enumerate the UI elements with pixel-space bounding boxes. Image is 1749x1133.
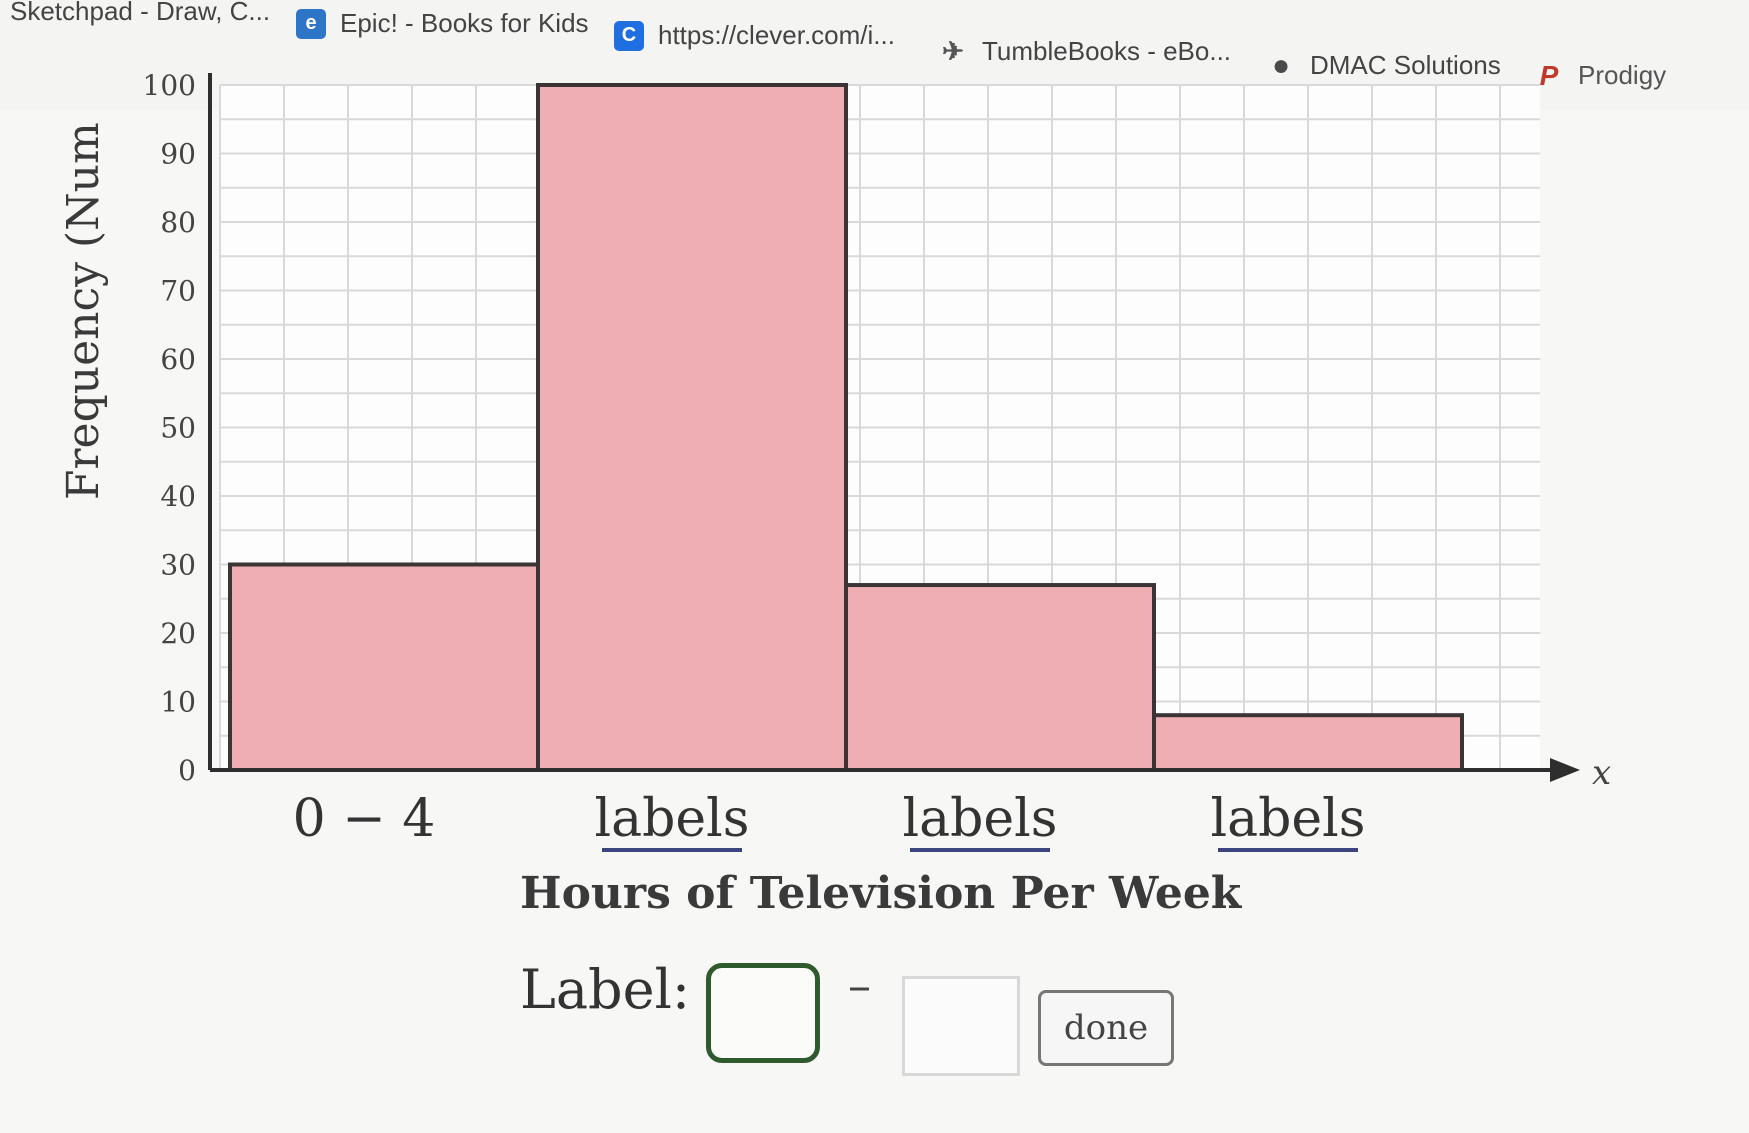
x-category-label: labels	[594, 789, 749, 849]
label-prompt: Label:	[520, 958, 691, 1021]
y-tick-label: 0	[178, 754, 196, 787]
y-tick-label: 100	[143, 69, 196, 102]
done-button[interactable]: done	[1038, 990, 1174, 1066]
y-tick-label: 90	[160, 138, 196, 171]
histogram-bar	[228, 562, 540, 772]
x-category-label: labels	[1210, 789, 1365, 849]
y-tick-label: 40	[160, 480, 196, 513]
histogram-bar	[1152, 713, 1464, 773]
y-tick-label: 60	[160, 343, 196, 376]
x-axis-symbol: x	[1592, 753, 1611, 793]
y-tick-label: 30	[160, 549, 196, 582]
x-axis-title: Hours of Television Per Week	[520, 868, 1242, 919]
x-category-label: labels	[902, 789, 1057, 849]
y-tick-label: 10	[160, 686, 196, 719]
histogram-bar	[536, 83, 848, 772]
y-axis-label: Frequency (Num	[58, 122, 109, 500]
range-end-input[interactable]	[902, 976, 1020, 1076]
range-separator: –	[848, 958, 871, 1012]
y-tick-label: 80	[160, 206, 196, 239]
chart-svg: x 0 10 20 30 40 50 60 70 80 90 100 0 − 4 labels labels…	[143, 69, 1611, 852]
range-start-input[interactable]	[706, 963, 820, 1063]
y-tick-label: 50	[160, 412, 196, 445]
y-tick-label: 70	[160, 275, 196, 308]
x-axis-arrow-icon	[1550, 758, 1580, 782]
y-tick-label: 20	[160, 617, 196, 650]
histogram-chart: x 0 10 20 30 40 50 60 70 80 90 100 0 − 4 labels labels…	[0, 0, 1749, 1133]
x-category-label: 0 − 4	[293, 789, 436, 849]
histogram-bar	[844, 583, 1156, 772]
